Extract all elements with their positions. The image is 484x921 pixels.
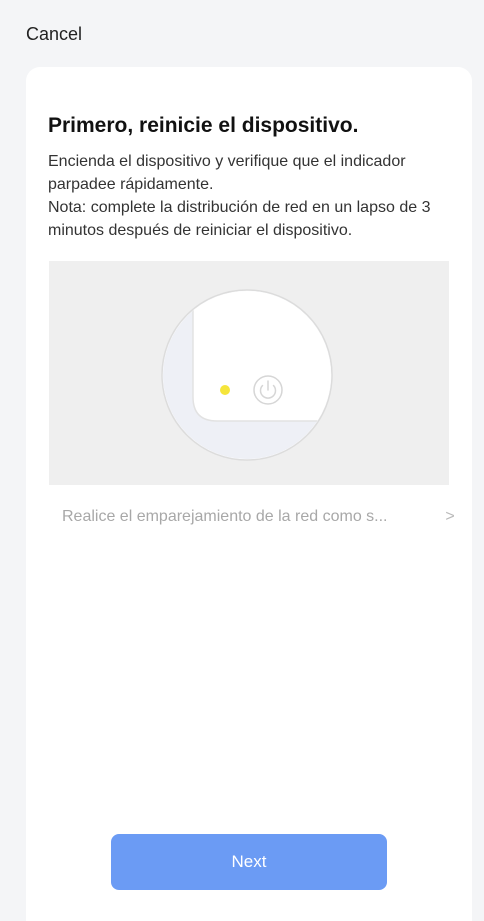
chevron-right-icon: > <box>445 508 455 525</box>
cancel-button[interactable]: Cancel <box>26 24 82 45</box>
device-illustration <box>49 261 449 485</box>
pairing-guide-link[interactable]: Realice el emparejamiento de la red como… <box>62 505 456 529</box>
instruction-text: Encienda el dispositivo y verifique que … <box>48 153 431 239</box>
indicator-light <box>220 385 230 395</box>
page-title: Primero, reinicie el dispositivo. <box>48 114 359 137</box>
device-illustration-svg <box>161 289 333 461</box>
instruction-card: Primero, reinicie el dispositivo. Encien… <box>26 67 472 921</box>
pairing-guide-text: Realice el emparejamiento de la red como… <box>62 508 388 525</box>
screen: Cancel Primero, reinicie el dispositivo.… <box>0 0 484 921</box>
next-button[interactable]: Next <box>111 834 387 890</box>
